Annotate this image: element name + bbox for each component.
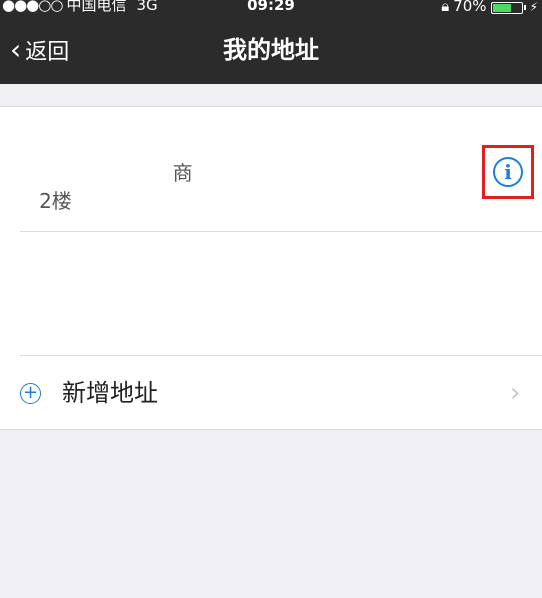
address-line-1: 商 — [20, 161, 193, 185]
status-bar: ●●●○○ 中国电信 3G 09:29 🔒︎ 70% ⚡︎ — [0, 0, 542, 16]
address-text: 商 2楼 — [20, 159, 440, 215]
battery-percent: 70% — [453, 0, 487, 15]
divider — [20, 231, 542, 232]
orientation-lock-icon: 🔒︎ — [441, 0, 450, 15]
address-list: 商 2楼 i + 新增地址 › — [0, 106, 542, 430]
battery-icon — [490, 1, 523, 14]
page-title: 我的地址 — [223, 36, 319, 64]
info-button-highlight[interactable]: i — [482, 145, 534, 199]
address-line-2: 2楼 — [20, 189, 72, 213]
battery-tip — [523, 5, 526, 10]
charging-bolt-icon: ⚡︎ — [529, 0, 538, 14]
chevron-right-icon: › — [510, 378, 521, 408]
add-address-label: 新增地址 — [62, 379, 158, 407]
info-icon[interactable]: i — [493, 157, 523, 187]
battery-fill — [492, 3, 512, 12]
plus-circle-icon: + — [20, 383, 41, 404]
add-address-button[interactable]: + 新增地址 › — [0, 356, 542, 430]
navigation-bar: ‹ 返回 我的地址 — [0, 16, 542, 84]
address-recipient — [20, 125, 46, 149]
status-right: 🔒︎ 70% ⚡︎ — [441, 0, 538, 15]
address-item[interactable]: 商 2楼 i — [0, 107, 542, 231]
